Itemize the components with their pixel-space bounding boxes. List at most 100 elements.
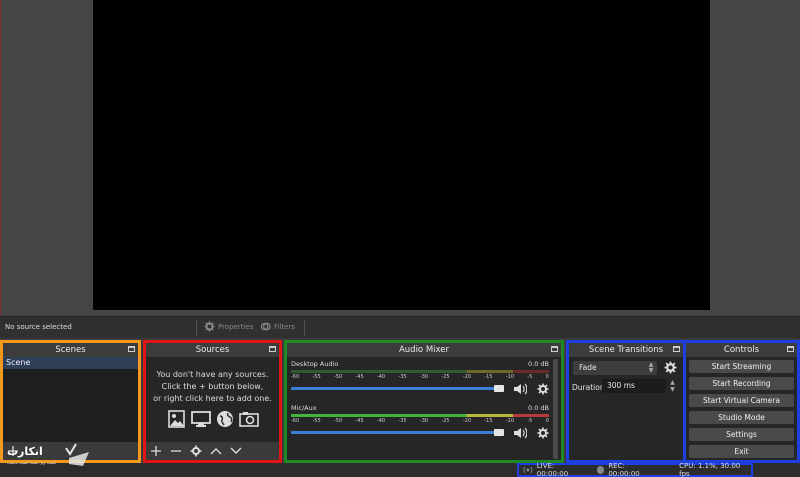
image-icon [167, 410, 185, 428]
sources-list[interactable]: You don't have any sources. Click the + … [146, 357, 279, 460]
tick-label: -45 [355, 374, 364, 380]
start-recording-button[interactable]: Start Recording [689, 377, 794, 390]
watermark-logo: انکارت امنیت وپل شما، امنیت ماست [3, 440, 99, 472]
move-up-button[interactable] [210, 445, 222, 457]
remove-source-button[interactable] [170, 445, 182, 457]
empty-line: You don't have any sources. [156, 370, 269, 379]
display-icon [190, 411, 211, 427]
live-time: LIVE: 00:00:00 [536, 462, 569, 477]
rec-indicator-icon [596, 466, 605, 474]
tick-label: 0 [545, 418, 549, 424]
speaker-icon[interactable] [513, 383, 527, 395]
tick-label: -50 [333, 418, 343, 424]
minus-icon [171, 450, 181, 452]
gear-icon [190, 445, 202, 457]
volume-fader[interactable] [291, 387, 499, 390]
undock-icon[interactable] [787, 346, 794, 352]
undock-icon[interactable] [551, 346, 558, 352]
cpu-fps: CPU: 1.1%, 30.00 fps [679, 462, 741, 477]
duration-input[interactable]: 300 ms [602, 379, 666, 393]
tick-label: -20 [462, 374, 472, 380]
gear-icon[interactable] [537, 383, 549, 395]
meter-ticks: -60 -55 -50 -45 -40 -35 -30 -25 -20 -15 -10 -5 0 [291, 418, 549, 424]
controls-title: Controls [723, 345, 760, 355]
controls-dock: Controls Start Streaming Start Recording… [683, 340, 800, 463]
chevron-down-icon [230, 447, 242, 454]
tick-label: -25 [441, 374, 450, 380]
channel-name: Desktop Audio [291, 360, 339, 368]
tick-label: -35 [398, 418, 407, 424]
live-signal-icon [523, 466, 533, 474]
studio-mode-button[interactable]: Studio Mode [689, 411, 794, 424]
scene-item[interactable]: Scene [3, 357, 138, 369]
channel-db: 0.0 dB [528, 404, 549, 412]
undock-icon[interactable] [673, 346, 680, 352]
globe-icon [216, 411, 233, 427]
undock-icon[interactable] [128, 346, 135, 352]
tick-label: -30 [419, 374, 429, 380]
channel-db: 0.0 dB [528, 360, 549, 368]
chevron-up-icon [210, 448, 222, 455]
divider [196, 320, 197, 336]
gear-icon[interactable] [537, 427, 549, 439]
tick-label: -20 [462, 418, 472, 424]
scenes-title: Scenes [55, 345, 86, 355]
start-streaming-button[interactable]: Start Streaming [689, 360, 794, 373]
tick-label: -60 [291, 418, 300, 424]
watermark-subtext: امنیت وپل شما، امنیت ماست [7, 460, 57, 465]
meter-ticks: -60 -55 -50 -45 -40 -35 -30 -25 -20 -15 -10 -5 0 [291, 374, 549, 380]
speaker-icon[interactable] [513, 427, 527, 439]
start-virtual-camera-button[interactable]: Start Virtual Camera [689, 394, 794, 407]
sources-title: Sources [195, 345, 230, 355]
duration-stepper[interactable]: ▲ ▼ [668, 379, 677, 393]
tick-label: -45 [355, 418, 364, 424]
properties-button[interactable]: Properties [204, 321, 253, 332]
transitions-title-bar: Scene Transitions [569, 343, 683, 357]
tick-label: -15 [484, 374, 493, 380]
tick-label: -55 [312, 374, 321, 380]
tick-label: -10 [505, 374, 515, 380]
settings-button[interactable]: Settings [689, 428, 794, 441]
audio-mixer-dock: Audio Mixer Desktop Audio 0.0 dB -60 -55 -… [284, 340, 564, 463]
volume-meter [291, 370, 549, 373]
preview-canvas[interactable] [93, 0, 710, 310]
tick-label: -40 [376, 418, 386, 424]
tick-label: -10 [505, 418, 515, 424]
source-properties-button[interactable] [190, 445, 202, 457]
fader-handle[interactable] [494, 429, 504, 436]
tick-label: -35 [398, 374, 407, 380]
gear-icon[interactable] [664, 361, 677, 374]
volume-fader[interactable] [291, 431, 499, 434]
scenes-title-bar: Scenes [3, 343, 138, 357]
controls-title-bar: Controls [686, 343, 797, 357]
sources-empty-message: You don't have any sources. Click the + … [146, 369, 279, 405]
tick-label: -5 [527, 374, 533, 380]
status-bar: LIVE: 00:00:00 REC: 00:00:00 CPU: 1.1%, … [0, 462, 800, 477]
no-source-label: No source selected [5, 323, 72, 331]
mixer-channel: Mic/Aux 0.0 dB -60 -55 -50 -45 -40 -35 -30 -25-… [289, 404, 551, 452]
mixer-title-bar: Audio Mixer [287, 343, 561, 357]
sources-toolbar [146, 442, 279, 460]
source-type-icons [166, 410, 259, 428]
mixer-channel: Desktop Audio 0.0 dB -60 -55 -50 -45 -40 -35-… [289, 360, 551, 408]
tick-label: -25 [441, 418, 450, 424]
filters-button[interactable]: Filters [260, 321, 295, 332]
empty-line: Click the + button below, [161, 382, 264, 391]
add-source-button[interactable] [150, 445, 162, 457]
mixer-scrollbar[interactable] [553, 359, 558, 459]
tick-label: -60 [291, 374, 300, 380]
preview-area[interactable] [0, 0, 800, 316]
gear-icon [204, 321, 215, 332]
sources-title-bar: Sources [146, 343, 279, 357]
fader-handle[interactable] [494, 385, 504, 392]
filters-label: Filters [274, 322, 295, 331]
source-context-bar: No source selected Properties Filters [0, 316, 800, 338]
move-down-button[interactable] [230, 445, 242, 457]
watermark-text: انکارت [7, 445, 43, 458]
empty-line: or right click here to add one. [153, 394, 272, 403]
transition-select[interactable]: Fade ▲ ▼ [573, 361, 657, 375]
scene-list[interactable]: Scene [3, 357, 138, 442]
undock-icon[interactable] [269, 346, 276, 352]
sources-dock: Sources You don't have any sources. Clic… [143, 340, 282, 463]
exit-button[interactable]: Exit [689, 445, 794, 458]
